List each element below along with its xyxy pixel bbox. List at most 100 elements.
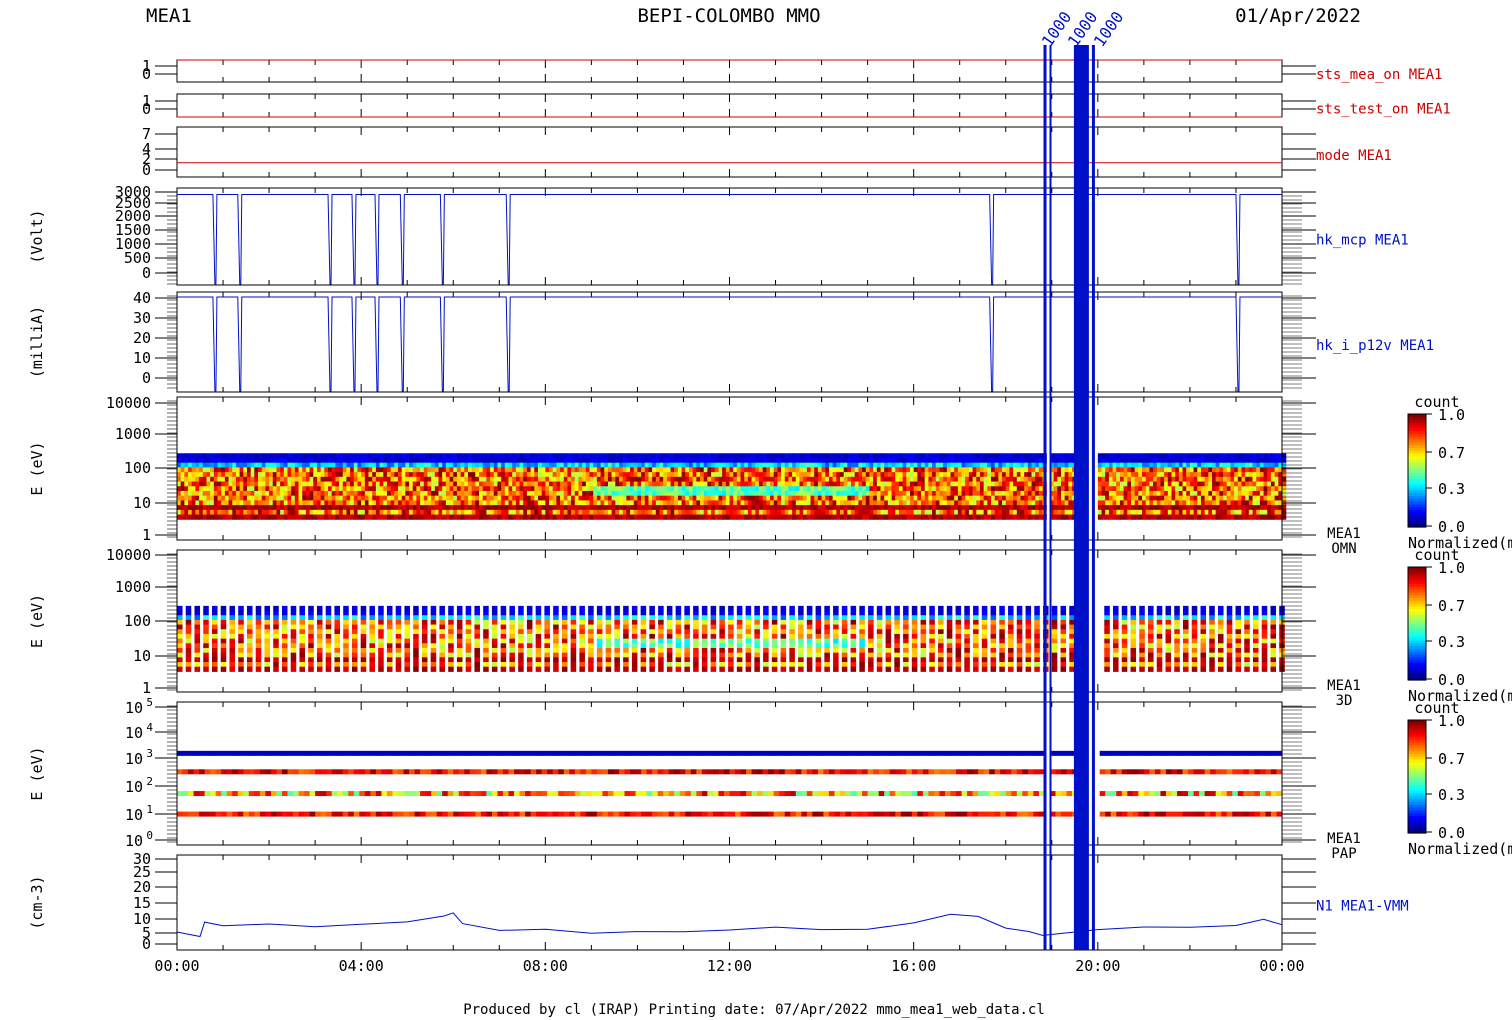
spectrogram-cell [305,472,311,478]
spectrogram-cell [788,500,793,506]
spectrogram-cell [648,509,653,516]
spectrogram-cell [777,462,782,468]
spectrogram-cell [961,509,966,516]
panel-sts_mea_on: 10 sts_mea_on MEA1 [142,57,1442,83]
spectrogram-cell [1020,486,1025,492]
spectrogram-cell [290,666,297,672]
spectrogram-cell [405,467,410,473]
spectrogram-cell [1241,462,1246,468]
spectrogram-cell [305,453,311,459]
spectrogram-cell [1031,453,1036,459]
spectrogram-cell [328,505,333,511]
spectrogram-cell [954,509,959,516]
spectrogram-cell [335,490,340,497]
spectrogram-cell [957,490,963,497]
spectrogram-cell [1212,509,1217,516]
spectrogram-cell [832,457,837,464]
spectrogram-cell [1215,453,1220,459]
spectrogram-cell [935,486,941,492]
spectrogram-cell [353,514,359,520]
spectrogram-cell [1057,486,1062,492]
spectrogram-cell [1215,462,1220,468]
spectrogram-cell [596,462,602,468]
spectrogram-cell [725,472,731,478]
spectrogram-cell [1270,457,1276,464]
spectrogram-cell [1178,462,1184,468]
spectrogram-cell [560,462,565,468]
spectrogram-cell [898,476,904,483]
spectrogram-cell [467,495,473,501]
spectrogram-cell [1142,453,1147,459]
spectrogram-cell [865,490,871,497]
spectrogram-cell [1219,472,1224,478]
spectrogram-cell [751,467,756,473]
spectrogram-cell [1160,453,1165,459]
spectrogram-cell [308,624,314,630]
spectrogram-cell [350,467,355,473]
spectrogram-cell [515,509,521,516]
spectrogram-cell [696,486,701,492]
spectrogram-cell [777,467,782,473]
spectrogram-cell [1215,495,1220,501]
spectrogram-cell [666,462,672,468]
spectrogram-cell [600,476,605,483]
spectrogram-cell [1024,486,1029,492]
spectrogram-cell [722,509,727,516]
spectrogram-cell [1064,453,1069,459]
spectrogram-cell [722,467,727,473]
spectrogram-cell [191,457,197,464]
spectrogram-cell [1112,476,1117,483]
spectrogram-cell [932,505,937,511]
spectrogram-cell [644,467,650,473]
spectrogram-cell [255,619,262,626]
spectrogram-cell [423,500,429,506]
spectrogram-cell [213,476,219,483]
spectrogram-cell [394,476,399,483]
spectrogram-cell [917,509,922,516]
spectrogram-cell [335,509,340,516]
spectrogram-cell [655,453,661,459]
spectrogram-cell [199,486,204,492]
spectrogram-cell [1212,490,1217,497]
spectrogram-cell [718,457,723,464]
spectrogram-cell [239,486,244,492]
spectrogram-cell [799,509,804,516]
spectrogram-cell [700,505,705,511]
spectrogram-cell [884,457,889,464]
spectrogram-cell [1116,481,1121,487]
spectrogram-cell [239,490,244,497]
spectrogram-cell [950,472,955,478]
spectrogram-cell [1167,481,1173,487]
spectrogram-cell [637,476,642,483]
spectrogram-cell [582,462,587,468]
spectrogram-cell [630,457,635,464]
spectrogram-cell [1223,476,1228,483]
spectrogram-cell [644,490,650,497]
spectrogram-cell [280,490,285,497]
spectrogram-cell [685,495,690,501]
spectrogram-cell [913,495,918,501]
spectrogram-cell [567,514,572,520]
spectrogram-cell [1223,457,1228,464]
spectrogram-cell [1256,509,1261,516]
spectrogram-cell [928,486,933,492]
spectrogram-cell [954,476,959,483]
spectrogram-cell [711,462,716,468]
spectrogram-cell [729,495,734,501]
spectrogram-cell [758,490,764,497]
spectrogram-cell [265,486,270,492]
spectrogram-cell [795,476,801,483]
spectrogram-cell [221,467,226,473]
spectrogram-cell [211,647,218,654]
spectrogram-cell [688,472,694,478]
spectrogram-cell [644,500,650,506]
spectrogram-cell [269,509,274,516]
spectrogram-cell [552,514,557,520]
spectrogram-cell [1016,514,1022,520]
spectrogram-cell [464,500,469,506]
spectrogram-cell [409,457,414,464]
spectrogram-cell [482,481,487,487]
spectrogram-cell [921,495,926,501]
spectrogram-cell [1245,486,1250,492]
spectrogram-cell [560,467,565,473]
